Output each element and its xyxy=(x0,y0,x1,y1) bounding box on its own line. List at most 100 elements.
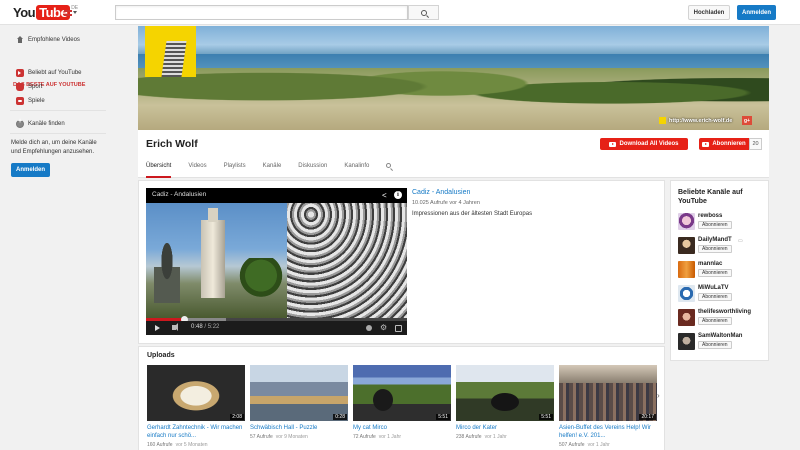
subscribe-button[interactable]: Abonnieren xyxy=(699,138,749,150)
featured-video-title[interactable]: Cadiz - Andalusien xyxy=(412,189,470,196)
guide-menu-button[interactable] xyxy=(64,9,78,16)
guide-item-label: Sport xyxy=(28,84,43,90)
time-display: 0:48 / 5:22 xyxy=(191,324,219,330)
channel-item-name[interactable]: thelifesworthliving xyxy=(698,309,751,315)
upload-age: vor 4 Jahren xyxy=(449,200,480,206)
video-duration: 0:28 xyxy=(333,414,347,420)
search-input[interactable] xyxy=(115,5,408,20)
chevron-right-icon[interactable]: › xyxy=(657,391,660,400)
menu-icon xyxy=(64,9,72,16)
uploads-section: Uploads 2:08 Gerhardt Zahntechnik - Wir … xyxy=(138,346,665,450)
guide-item-games[interactable]: Spiele xyxy=(16,96,45,106)
guide-item-popular[interactable]: Beliebt auf YouTube xyxy=(16,68,82,78)
video-thumbnail[interactable]: 20:17 xyxy=(559,365,657,421)
time-total: 5:22 xyxy=(207,324,220,330)
subscriber-count: 20 xyxy=(749,138,762,150)
video-title[interactable]: My cat Mirco xyxy=(353,424,451,432)
video-thumbnail[interactable]: 5:51 xyxy=(456,365,554,421)
signin-button[interactable]: Anmelden xyxy=(737,5,776,20)
video-duration: 5:51 xyxy=(436,414,450,420)
channel-item-name[interactable]: MiWuLaTV xyxy=(698,285,729,291)
channel-subscribe-button[interactable]: Abonnieren xyxy=(698,293,732,301)
avatar[interactable] xyxy=(678,285,695,302)
video-thumbnail[interactable]: 0:28 xyxy=(250,365,348,421)
video-duration: 20:17 xyxy=(639,414,656,420)
channel-website-link[interactable]: http://www.erich-wolf.de xyxy=(659,116,732,125)
tab-channels[interactable]: Kanäle xyxy=(263,160,282,178)
website-favicon-icon xyxy=(659,117,666,124)
featured-video-meta: 10.025 Aufrufe vor 4 Jahren xyxy=(412,200,480,206)
channel-subscribe-button[interactable]: Abonnieren xyxy=(698,317,732,325)
guide-item-label: Spiele xyxy=(28,98,45,104)
guide-signin-button[interactable]: Anmelden xyxy=(11,163,50,177)
video-title[interactable]: Schwäbisch Hall - Puzzle xyxy=(250,424,348,432)
verified-icon: ▭ xyxy=(738,238,743,244)
avatar[interactable] xyxy=(678,213,695,230)
video-duration: 5:51 xyxy=(539,414,553,420)
channel-subscribe-button[interactable]: Abonnieren xyxy=(698,221,732,229)
chevron-down-icon xyxy=(73,11,77,14)
search-button[interactable] xyxy=(408,5,439,20)
video-thumbnail[interactable]: 5:51 xyxy=(353,365,451,421)
tab-about[interactable]: Kanalinfo xyxy=(344,160,369,178)
search-icon xyxy=(386,163,392,168)
annotations-icon[interactable] xyxy=(366,325,372,331)
tab-search[interactable] xyxy=(386,160,395,178)
gear-icon[interactable]: ⚙ xyxy=(380,323,387,332)
video-title[interactable]: Gerhardt Zahntechnik - Wir machen einfac… xyxy=(147,424,245,440)
youtube-play-icon xyxy=(702,141,710,147)
tab-playlists[interactable]: Playlists xyxy=(224,160,246,178)
guide-item-recommended[interactable]: Empfohlene Videos xyxy=(16,35,80,45)
channel-avatar[interactable] xyxy=(145,26,196,77)
tab-discussion[interactable]: Diskussion xyxy=(298,160,327,178)
video-meta: 57 Aufrufe vor 9 Monaten xyxy=(250,434,308,440)
signin-note: Melde dich an, um deine Kanäle und Empfe… xyxy=(11,140,97,155)
view-count: 238 Aufrufe xyxy=(456,434,482,440)
video-title[interactable]: Mirco der Kater xyxy=(456,424,554,432)
fullscreen-icon[interactable] xyxy=(395,325,402,332)
video-meta: 238 Aufrufe vor 1 Jahr xyxy=(456,434,507,440)
avatar[interactable] xyxy=(678,309,695,326)
avatar[interactable] xyxy=(678,237,695,254)
video-player[interactable]: Cadiz - Andalusien < i 0:48 / 5:22 ⚙ xyxy=(146,188,407,335)
channel-item-name[interactable]: SamWaltonMan xyxy=(698,333,742,339)
player-title[interactable]: Cadiz - Andalusien xyxy=(152,191,206,198)
channel-subscribe-button[interactable]: Abonnieren xyxy=(698,245,732,253)
avatar[interactable] xyxy=(678,333,695,350)
upload-button[interactable]: Hochladen xyxy=(688,5,730,20)
logo-you: You xyxy=(13,4,36,20)
tab-overview[interactable]: Übersicht xyxy=(146,160,172,178)
video-thumbnail[interactable]: 2:08 xyxy=(147,365,245,421)
channel-item-name[interactable]: DailyMandT xyxy=(698,237,732,243)
guide-item-find-channels[interactable]: Kanäle finden xyxy=(16,118,65,129)
channel-item: DailyMandT ▭ Abonnieren xyxy=(678,237,768,255)
channel-title[interactable]: Erich Wolf xyxy=(146,138,198,150)
channel-subscribe-button[interactable]: Abonnieren xyxy=(698,269,732,277)
download-all-button[interactable]: Download All Videos xyxy=(600,138,688,150)
volume-icon[interactable] xyxy=(172,323,178,331)
video-meta: 507 Aufrufe vor 1 Jahr xyxy=(559,442,610,448)
channel-subscribe-button[interactable]: Abonnieren xyxy=(698,341,732,349)
video-frame-right xyxy=(287,203,407,318)
popular-channels-title: Beliebte Kanäle auf YouTube xyxy=(678,189,743,205)
google-plus-icon[interactable]: g+ xyxy=(742,116,752,125)
share-icon[interactable]: < xyxy=(382,191,387,200)
view-count: 507 Aufrufe xyxy=(559,442,585,448)
guide-item-sport[interactable]: Sport xyxy=(16,82,42,92)
guide-sidebar: Empfohlene Videos DAS BESTE AUF YOUTUBE … xyxy=(0,26,111,450)
time-current: 0:48 xyxy=(191,324,203,330)
view-count: 160 Aufrufe xyxy=(147,442,173,448)
info-icon[interactable]: i xyxy=(394,191,402,199)
video-frame-statue xyxy=(154,243,180,303)
upload-age: vor 5 Monaten xyxy=(175,442,208,448)
guide-item-label: Beliebt auf YouTube xyxy=(28,70,82,76)
uploads-title[interactable]: Uploads xyxy=(147,352,175,359)
video-title[interactable]: Asien-Buffet des Vereins Help! Wir helfe… xyxy=(559,424,657,440)
video-duration: 2:08 xyxy=(230,414,244,420)
channel-item-name[interactable]: rewboss xyxy=(698,213,722,219)
channel-item-name[interactable]: mannlac xyxy=(698,261,722,267)
play-icon[interactable] xyxy=(155,325,160,331)
tab-videos[interactable]: Videos xyxy=(188,160,206,178)
upload-age: vor 9 Monaten xyxy=(275,434,308,440)
avatar[interactable] xyxy=(678,261,695,278)
